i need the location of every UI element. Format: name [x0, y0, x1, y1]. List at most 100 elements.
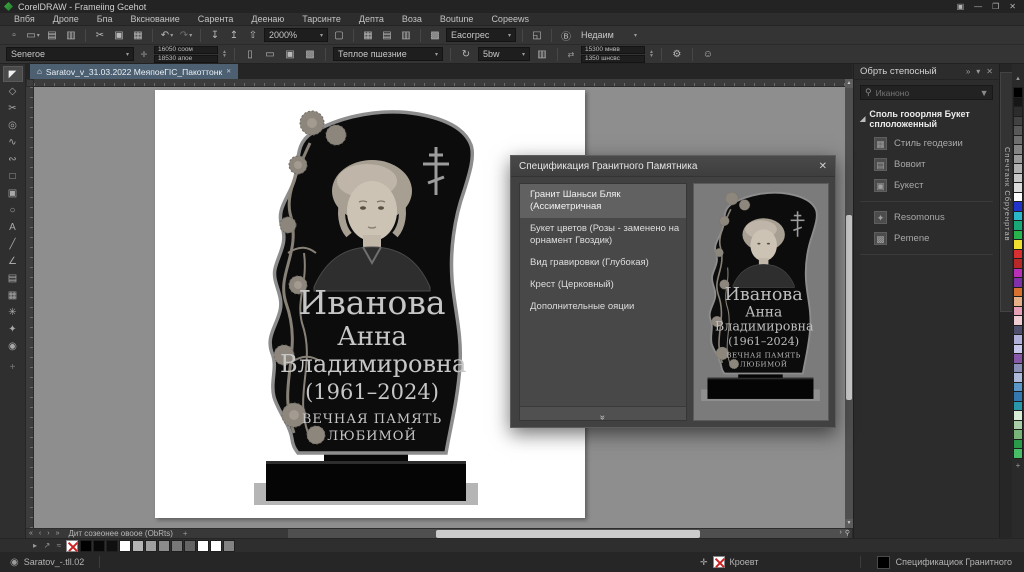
- tool-button[interactable]: □: [3, 168, 23, 184]
- color-swatch[interactable]: [80, 540, 92, 552]
- style-group-header[interactable]: ◢ Споль гооорлня Букет сплоложенный: [854, 105, 999, 133]
- tool-button[interactable]: ○: [3, 202, 23, 218]
- palette-up-icon[interactable]: ▲: [1015, 76, 1021, 82]
- vertical-scrollbar[interactable]: ▲ ▼: [845, 79, 853, 528]
- menu-item[interactable]: Тарсинте: [294, 13, 349, 25]
- undo-button[interactable]: ↶▾: [159, 28, 175, 43]
- palette-more-icon[interactable]: +: [1016, 461, 1021, 470]
- dialog-close-button[interactable]: ✕: [819, 161, 827, 172]
- new-document-button[interactable]: ▫: [6, 28, 22, 43]
- tool-button[interactable]: ✳: [3, 304, 23, 320]
- first-page-icon[interactable]: «: [26, 530, 36, 537]
- scroll-down-icon[interactable]: ▼: [845, 519, 853, 528]
- tool-button[interactable]: ◎: [3, 117, 23, 133]
- horizontal-ruler[interactable]: [34, 79, 845, 87]
- publish-select[interactable]: Недаим▾: [577, 28, 641, 42]
- fill-mode-select[interactable]: Теплое пшезние▾: [333, 47, 443, 61]
- color-swatch[interactable]: [171, 540, 183, 552]
- delete-button[interactable]: ▥: [534, 47, 550, 62]
- menu-item[interactable]: Сарента: [190, 13, 242, 25]
- restore-button[interactable]: ❐: [992, 2, 999, 11]
- docker-close-icon[interactable]: ✕: [986, 67, 993, 76]
- specification-dialog[interactable]: Спецификация Гранитного Памятника ✕ Гран…: [510, 155, 836, 428]
- zoom-level-select[interactable]: 2000%▾: [264, 28, 328, 42]
- import-button[interactable]: ↧: [207, 28, 223, 43]
- position-y-field[interactable]: 18530 апое: [154, 55, 218, 63]
- landscape-orientation-button[interactable]: ▭: [262, 47, 278, 62]
- settings-gear-button[interactable]: ⚙: [669, 47, 685, 62]
- tool-button[interactable]: ▦: [3, 287, 23, 303]
- list-scroll-more-button[interactable]: »: [520, 406, 686, 420]
- tool-button[interactable]: ◉: [3, 338, 23, 354]
- enhanced-view-button[interactable]: ▥: [398, 28, 414, 43]
- size-width-field[interactable]: 15300 мнвв: [581, 46, 645, 54]
- pan-icon[interactable]: ›: [840, 529, 842, 537]
- next-page-icon[interactable]: ›: [44, 530, 52, 537]
- page-label[interactable]: Дит созеонее овоое (ObRts): [69, 529, 173, 538]
- tool-button[interactable]: ∿: [3, 134, 23, 150]
- color-swatch[interactable]: [210, 540, 222, 552]
- copy-button[interactable]: ▣: [111, 28, 127, 43]
- docker-menu-icon[interactable]: ▾: [976, 67, 980, 76]
- menu-item[interactable]: Депта: [351, 13, 392, 25]
- color-swatch[interactable]: [106, 540, 118, 552]
- tool-button[interactable]: ▣: [3, 185, 23, 201]
- vertical-ruler[interactable]: [26, 87, 34, 528]
- tool-button[interactable]: ◤: [3, 66, 23, 82]
- add-page-icon[interactable]: +: [183, 529, 188, 538]
- snap-grid-button[interactable]: ▩: [427, 28, 443, 43]
- style-item-resomonus[interactable]: ✦ Resomonus: [854, 207, 999, 228]
- color-swatch[interactable]: [223, 540, 235, 552]
- color-swatch[interactable]: [158, 540, 170, 552]
- tool-button[interactable]: ✂: [3, 100, 23, 116]
- filter-icon[interactable]: ▼: [980, 88, 989, 98]
- color-swatch[interactable]: [119, 540, 131, 552]
- size-spinner[interactable]: ▲▼: [649, 50, 654, 58]
- save-button[interactable]: ▤: [44, 28, 60, 43]
- tool-button[interactable]: A: [3, 219, 23, 235]
- units-select[interactable]: 5bw▾: [478, 47, 530, 61]
- tool-button[interactable]: ∠: [3, 253, 23, 269]
- print-button[interactable]: ▥: [63, 28, 79, 43]
- all-pages-button[interactable]: ▣: [282, 47, 298, 62]
- palette-options-icon[interactable]: ≈: [54, 541, 64, 550]
- grid-view-button[interactable]: ▦: [360, 28, 376, 43]
- pixels-view-button[interactable]: ▤: [379, 28, 395, 43]
- spec-item-options[interactable]: Дополнительные ояции: [520, 296, 686, 318]
- menu-item[interactable]: Бпа: [89, 13, 121, 25]
- color-swatch[interactable]: [1013, 448, 1023, 459]
- last-page-icon[interactable]: »: [53, 530, 63, 537]
- spec-item-cross[interactable]: Крест (Церковный): [520, 274, 686, 296]
- rotate-button[interactable]: ↻: [458, 47, 474, 62]
- docker-search-box[interactable]: ⚲ ▼: [860, 85, 993, 100]
- tool-button[interactable]: ◇: [3, 83, 23, 99]
- cut-button[interactable]: ✂: [92, 28, 108, 43]
- open-button[interactable]: ▭▾: [25, 28, 41, 43]
- add-tool-button[interactable]: +: [3, 359, 23, 375]
- position-x-field[interactable]: 16050 соом: [154, 46, 218, 54]
- color-swatch[interactable]: [184, 540, 196, 552]
- size-height-field[interactable]: 1350 шнсвс: [581, 55, 645, 63]
- palette-flyout-icon[interactable]: ▸: [30, 541, 40, 550]
- docker-collapse-icon[interactable]: »: [966, 67, 970, 76]
- portrait-orientation-button[interactable]: ▯: [242, 47, 258, 62]
- tool-button[interactable]: ╱: [3, 236, 23, 252]
- monument-artwork[interactable]: Иванова Анна Владимировна (1961–2024) ВЕ…: [250, 103, 482, 505]
- dialog-title-bar[interactable]: Спецификация Гранитного Памятника ✕: [511, 156, 835, 177]
- menu-item[interactable]: Деенаю: [243, 13, 292, 25]
- spec-item-bouquet[interactable]: Букет цветов (Розы - заменено на орнамен…: [520, 218, 686, 252]
- paste-button[interactable]: ▦: [130, 28, 146, 43]
- ruler-origin[interactable]: [26, 79, 34, 87]
- fullscreen-preview-button[interactable]: ▢: [331, 28, 347, 43]
- style-item-bouquet[interactable]: ▣ Букест: [854, 175, 999, 196]
- options-window-button[interactable]: ◱: [529, 28, 545, 43]
- export-pdf-button[interactable]: ⇧: [245, 28, 261, 43]
- feedback-face-button[interactable]: ☺: [700, 47, 716, 62]
- style-item-geometry[interactable]: ▦ Стиль геодезии: [854, 133, 999, 154]
- position-spinner[interactable]: ▲▼: [222, 50, 227, 58]
- current-page-button[interactable]: ▩: [302, 47, 318, 62]
- spec-item-engraving[interactable]: Вид гравировки (Глубокая): [520, 252, 686, 274]
- redo-button[interactable]: ↷▾: [178, 28, 194, 43]
- menu-item[interactable]: Boutune: [432, 13, 482, 25]
- close-button[interactable]: ✕: [1009, 2, 1016, 11]
